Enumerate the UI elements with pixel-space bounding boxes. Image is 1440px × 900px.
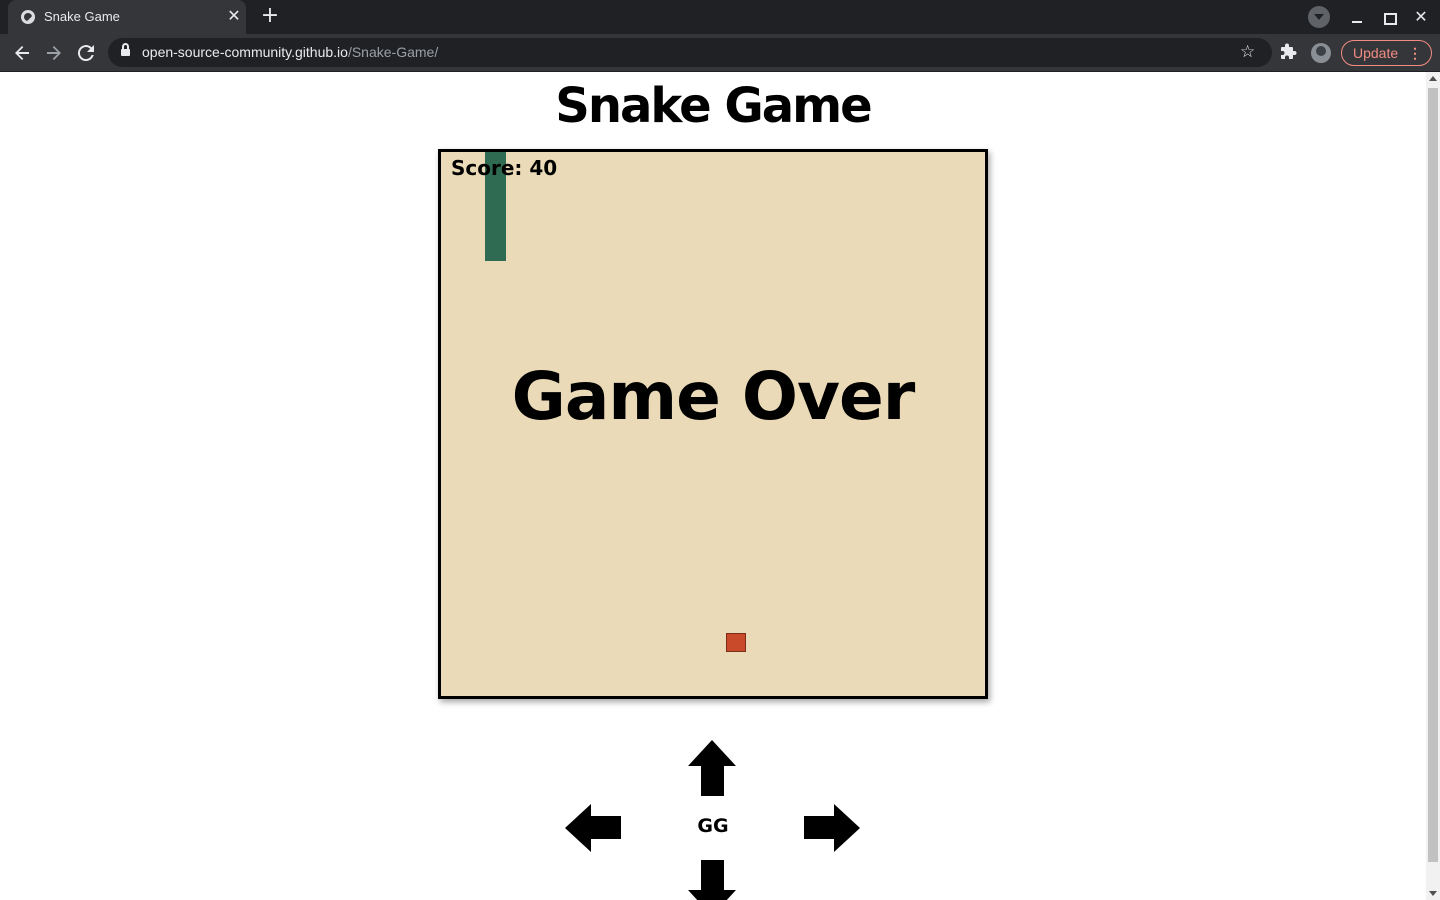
- browser-tab-bar: Snake Game ✕ + ✕: [0, 0, 1440, 34]
- url-text[interactable]: open-source-community.github.io/Snake-Ga…: [142, 44, 438, 60]
- scroll-thumb[interactable]: [1428, 88, 1438, 862]
- url-path: /Snake-Game/: [347, 44, 439, 60]
- page-scrollbar[interactable]: [1426, 72, 1440, 900]
- arrow-right-icon: [804, 804, 860, 852]
- address-bar[interactable]: open-source-community.github.io/Snake-Ga…: [108, 38, 1272, 67]
- arrow-right-icon: [47, 46, 61, 60]
- up-arrow-button[interactable]: [688, 740, 736, 796]
- scroll-up-icon[interactable]: [1429, 76, 1437, 81]
- url-host: open-source-community.github.io: [142, 44, 348, 60]
- arrow-up-icon: [688, 740, 736, 796]
- browser-toolbar: open-source-community.github.io/Snake-Ga…: [0, 34, 1440, 72]
- lock-icon[interactable]: [121, 43, 130, 58]
- game-over-text: Game Over: [511, 358, 916, 435]
- tab-title: Snake Game: [44, 9, 120, 24]
- update-button[interactable]: Update ⋮: [1341, 40, 1432, 66]
- close-window-button[interactable]: ✕: [1410, 6, 1432, 28]
- snake-segment: [484, 239, 507, 262]
- scroll-down-icon[interactable]: [1429, 891, 1437, 896]
- update-label: Update: [1353, 45, 1399, 61]
- arrow-down-icon: [688, 860, 736, 900]
- food-item: [725, 632, 746, 653]
- tab-search-icon[interactable]: [1308, 6, 1330, 28]
- left-arrow-button[interactable]: [565, 804, 621, 852]
- close-tab-icon[interactable]: ✕: [224, 6, 244, 26]
- center-label: GG: [697, 815, 729, 837]
- back-button[interactable]: [9, 40, 35, 66]
- right-arrow-button[interactable]: [804, 804, 860, 852]
- snake-segment: [484, 195, 507, 218]
- menu-dots-icon: ⋮: [1408, 45, 1422, 61]
- arrow-left-icon: [565, 804, 621, 852]
- score-text: Score: 40: [451, 156, 558, 180]
- page-viewport: Snake Game Score: 40 Game Over GG: [0, 72, 1426, 900]
- reload-button[interactable]: [73, 40, 99, 66]
- star-icon[interactable]: ☆: [1240, 42, 1255, 62]
- snake-segment: [484, 217, 507, 240]
- forward-button[interactable]: [41, 40, 67, 66]
- page-title: Snake Game: [555, 78, 872, 134]
- new-tab-button[interactable]: +: [258, 5, 282, 29]
- globe-icon: [21, 10, 35, 24]
- game-board[interactable]: Score: 40 Game Over: [438, 149, 988, 699]
- maximize-button[interactable]: [1378, 6, 1400, 28]
- minimize-button[interactable]: [1346, 6, 1368, 28]
- browser-tab[interactable]: Snake Game ✕: [8, 0, 246, 34]
- profile-avatar[interactable]: [1311, 43, 1331, 63]
- puzzle-icon[interactable]: [1279, 43, 1299, 63]
- reload-icon: [77, 45, 94, 62]
- arrow-left-icon: [15, 46, 29, 60]
- down-arrow-button[interactable]: [688, 860, 736, 900]
